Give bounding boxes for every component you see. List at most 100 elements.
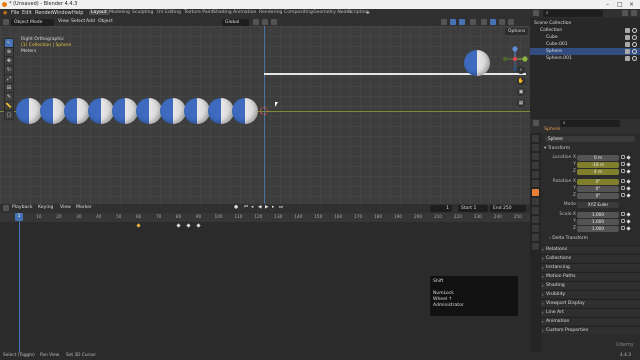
timeline-editor-type-icon[interactable] <box>3 205 9 211</box>
playhead-line[interactable] <box>19 213 20 352</box>
modifiers-tab-icon[interactable] <box>532 198 539 205</box>
rotation-mode-select[interactable]: XYZ Euler <box>577 201 619 208</box>
play-reverse-icon[interactable]: ◀ <box>258 205 262 211</box>
object-name-field[interactable]: Sphere <box>545 135 635 142</box>
3d-viewport[interactable]: Right Orthographic (1) Collection | Sphe… <box>0 26 530 204</box>
properties-panel-header[interactable]: › Visibility <box>541 290 640 298</box>
keyframe-marker[interactable] <box>136 223 141 228</box>
lock-icon[interactable] <box>621 155 625 159</box>
keyframe-dot-icon[interactable] <box>626 185 631 191</box>
workspace-tab-geometry-nodes[interactable]: Geometry Nodes <box>313 10 352 15</box>
sphere-object[interactable] <box>184 98 210 124</box>
scale-tool-icon[interactable]: ⤢ <box>5 75 13 83</box>
properties-editor-type-icon[interactable] <box>533 120 539 126</box>
outliner-row[interactable]: Scene Collection <box>530 20 640 27</box>
data-tab-icon[interactable] <box>532 234 539 241</box>
outliner-row[interactable]: Cube <box>530 34 640 41</box>
location-y-field[interactable]: -16 m <box>577 161 619 168</box>
material-tab-icon[interactable] <box>532 243 539 250</box>
transform-tool-icon[interactable]: ⊞ <box>5 84 13 92</box>
shading-material-icon[interactable] <box>499 19 505 25</box>
current-frame-field[interactable]: 1 <box>430 205 452 212</box>
add-workspace-button[interactable]: + <box>366 10 370 16</box>
menu-render[interactable]: Render <box>35 10 53 16</box>
annotate-tool-icon[interactable]: ✎ <box>5 93 13 101</box>
rotation-y-field[interactable]: 0° <box>577 185 619 192</box>
select-tool-icon[interactable]: ↖ <box>5 39 13 47</box>
add-cube-tool-icon[interactable]: ▢ <box>5 111 13 119</box>
sphere-object[interactable] <box>136 98 162 124</box>
delta-transform-subpanel[interactable]: › Delta Transform <box>541 235 640 242</box>
outliner-row[interactable]: Collection <box>530 27 640 34</box>
sphere-object[interactable] <box>16 98 42 124</box>
ortho-toggle-icon[interactable]: ▦ <box>517 99 525 107</box>
blender-menu-icon[interactable]: ◉ <box>3 10 7 16</box>
timeline-menu-marker[interactable]: Marker <box>76 205 92 211</box>
sphere-object[interactable] <box>232 98 258 124</box>
properties-panel-header[interactable]: › Animation <box>541 317 640 325</box>
menu-add[interactable]: Add <box>86 19 95 25</box>
keyframe-dot-icon[interactable] <box>626 192 631 198</box>
keyframe-dot-icon[interactable] <box>626 218 631 224</box>
view-layer-tab-icon[interactable] <box>532 162 539 169</box>
prev-key-icon[interactable]: ◂ <box>251 205 253 211</box>
3d-cursor-icon[interactable] <box>260 107 268 115</box>
properties-search-input[interactable]: ⌕ <box>560 120 620 127</box>
next-key-icon[interactable]: ▸ <box>272 205 274 211</box>
keyframe-dot-icon[interactable] <box>626 168 631 174</box>
sphere-object[interactable] <box>160 98 186 124</box>
workspace-tab-texture-paint[interactable]: Texture Paint <box>184 10 214 15</box>
outliner-tree[interactable]: Scene Collection Collection Cube Cube.001 Sp… <box>530 18 640 119</box>
frame-ruler[interactable]: 0102030405060708090100110120130140150160… <box>0 213 530 222</box>
shading-wireframe-icon[interactable] <box>481 19 487 25</box>
play-icon[interactable]: ▶ <box>265 205 269 211</box>
location-z-field[interactable]: 4 m <box>577 168 619 175</box>
snap-icon[interactable] <box>262 19 268 25</box>
keyframe-marker[interactable] <box>176 223 181 228</box>
workspace-tab-compositing[interactable]: Compositing <box>284 10 313 15</box>
lock-icon[interactable] <box>621 179 625 183</box>
workspace-tab-animation[interactable]: Animation <box>233 10 256 15</box>
zoom-icon[interactable]: ⌕ <box>517 66 525 74</box>
start-frame-field[interactable]: Start 1 <box>458 205 488 212</box>
properties-panel-header[interactable]: › Custom Properties <box>541 326 640 334</box>
scene-tab-icon[interactable] <box>532 171 539 178</box>
properties-panel-header[interactable]: › Relations <box>541 245 640 253</box>
camera-icon[interactable] <box>625 49 630 54</box>
move-tool-icon[interactable]: ✥ <box>5 57 13 65</box>
workspace-tab-rendering[interactable]: Rendering <box>259 10 282 15</box>
timeline-menu-playback[interactable]: Playback <box>12 205 33 211</box>
physics-tab-icon[interactable] <box>532 216 539 223</box>
sphere-object[interactable] <box>208 98 234 124</box>
menu-edit[interactable]: Edit <box>22 10 32 16</box>
lock-icon[interactable] <box>621 169 625 173</box>
camera-icon[interactable] <box>625 28 630 33</box>
lock-icon[interactable] <box>621 226 625 230</box>
scale-z-field[interactable]: 1.000 <box>577 225 619 232</box>
xray-icon[interactable] <box>470 19 476 25</box>
workspace-tab-uv-editing[interactable]: UV Editing <box>157 10 181 15</box>
sphere-object[interactable] <box>40 98 66 124</box>
lock-icon[interactable] <box>621 186 625 190</box>
keyframe-marker[interactable] <box>186 223 191 228</box>
keyframe-marker[interactable] <box>196 223 201 228</box>
keyframe-dot-icon[interactable] <box>626 161 631 167</box>
eye-icon[interactable] <box>632 56 637 61</box>
properties-panel-header[interactable]: › Shading <box>541 281 640 289</box>
lock-icon[interactable] <box>621 219 625 223</box>
lock-icon[interactable] <box>621 212 625 216</box>
menu-object[interactable]: Object <box>98 19 113 25</box>
shading-rendered-icon[interactable] <box>508 19 514 25</box>
selected-object-outline[interactable] <box>264 73 526 75</box>
outliner-row[interactable]: Cube.001 <box>530 41 640 48</box>
pan-hand-icon[interactable]: ✋ <box>517 77 525 85</box>
close-button[interactable]: × <box>629 1 634 8</box>
camera-view-icon[interactable]: ▣ <box>517 88 525 96</box>
visibility-icon[interactable] <box>441 19 447 25</box>
particles-tab-icon[interactable] <box>532 207 539 214</box>
menu-select[interactable]: Select <box>71 19 85 25</box>
outliner-row[interactable]: Sphere <box>530 48 640 55</box>
tool-tab-icon[interactable] <box>532 135 539 142</box>
timeline-menu-keying[interactable]: Keying <box>38 205 53 211</box>
eye-icon[interactable] <box>632 49 637 54</box>
